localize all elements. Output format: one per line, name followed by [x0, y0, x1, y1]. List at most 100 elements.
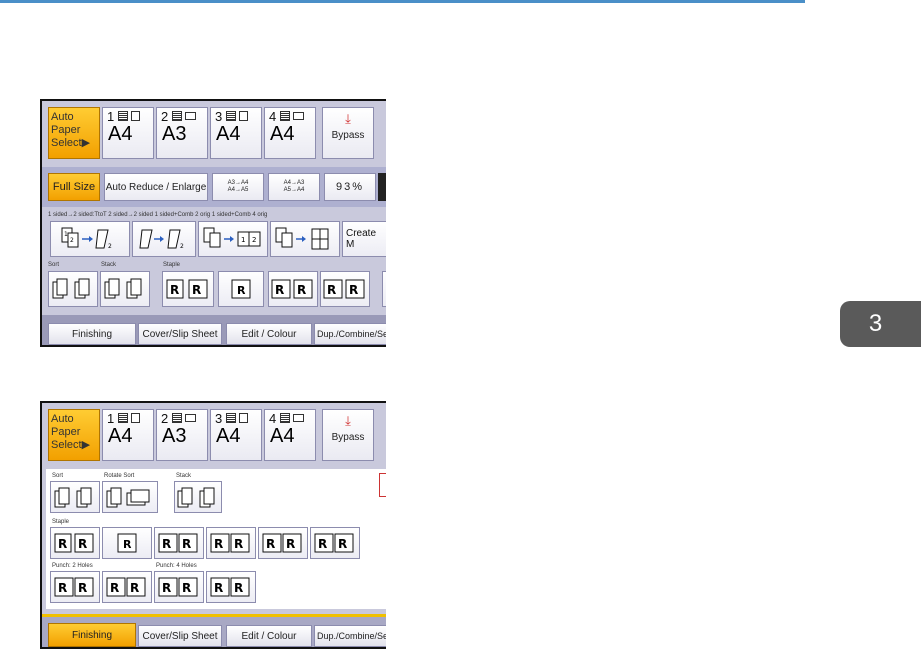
staple-top-2-button[interactable]: RR	[206, 527, 256, 559]
staple-top-left-button[interactable]: RR	[50, 527, 100, 559]
tray-number: 1	[107, 411, 115, 426]
tab-dup-combine-series[interactable]: Dup./Combine/Series	[314, 625, 386, 647]
punch-4-left-button[interactable]: RR	[154, 571, 204, 603]
reproduction-ratio-bar: Full Size Auto Reduce / Enlarge A3→A4 A4→…	[42, 167, 386, 207]
bypass-label: Bypass	[331, 432, 365, 443]
tray-size: A4	[270, 123, 295, 145]
create-margin-button[interactable]: Create M	[342, 221, 386, 257]
auto-paper-select-button[interactable]: Auto Paper Select▶	[48, 409, 100, 461]
staple-label: Staple	[163, 262, 181, 268]
svg-text:R: R	[297, 283, 306, 297]
sort-button[interactable]	[48, 271, 98, 307]
tray-4-button[interactable]: 4 A4	[264, 107, 316, 159]
sort-button[interactable]	[50, 481, 100, 513]
stack-label: Stack	[101, 262, 117, 268]
preset-reduce-button[interactable]: A3→A4 A4→A5	[212, 173, 264, 201]
tray-4-button[interactable]: 4 A4	[264, 409, 316, 461]
tab-bar: Finishing Cover/Slip Sheet Edit / Colour…	[42, 614, 386, 647]
tray-number: 4	[269, 109, 277, 124]
staple-top-2-button[interactable]: RR	[320, 271, 370, 307]
svg-text:2: 2	[70, 237, 74, 244]
bypass-label: Bypass	[331, 130, 365, 141]
chapter-number: 3	[868, 310, 883, 337]
svg-text:R: R	[162, 537, 171, 551]
bypass-button[interactable]: ⤓ Bypass	[322, 409, 374, 461]
full-size-button[interactable]: Full Size	[48, 173, 100, 201]
staple-top-right-button[interactable]: R	[102, 527, 152, 559]
combine-4-icon	[275, 227, 329, 250]
bypass-button[interactable]: ⤓ Bypass	[322, 107, 374, 159]
tray-3-button[interactable]: 3 A4	[210, 107, 262, 159]
tray-number: 3	[215, 411, 223, 426]
paper-stack-icon	[280, 111, 290, 121]
svg-text:1: 1	[64, 231, 68, 238]
staple-label: Staple	[52, 519, 70, 525]
paper-orientation-icon	[131, 111, 140, 121]
staple-icon: RR	[54, 533, 94, 553]
tab-cover-slip-sheet[interactable]: Cover/Slip Sheet	[138, 625, 222, 647]
staple-bottom-2-button[interactable]: RR	[310, 527, 360, 559]
tray-size: A4	[216, 425, 241, 447]
duplex-1-2-icon: 122	[61, 227, 112, 250]
tray-3-button[interactable]: 3 A4	[210, 409, 262, 461]
tray-2-button[interactable]: 2 A3	[156, 409, 208, 461]
zoom-ratio-button[interactable]: 93%	[324, 173, 376, 201]
staple-right-2-button[interactable]: RR	[258, 527, 308, 559]
tray-1-button[interactable]: 1 A4	[102, 107, 154, 159]
tray-size: A4	[216, 123, 241, 145]
punch-4-top-button[interactable]: RR	[206, 571, 256, 603]
staple-top-left-button[interactable]: RR	[162, 271, 214, 307]
punch-2-top-button[interactable]: RR	[102, 571, 152, 603]
svg-text:R: R	[214, 537, 223, 551]
svg-text:2: 2	[180, 243, 184, 250]
paper-orientation-icon	[185, 414, 196, 422]
more-options-edge[interactable]	[382, 271, 386, 307]
auto-reduce-enlarge-button[interactable]: Auto Reduce / Enlarge	[104, 173, 208, 201]
tab-cover-slip-sheet[interactable]: Cover/Slip Sheet	[138, 323, 222, 345]
preset-line: A4→A3	[283, 180, 305, 186]
staple-left-2-button[interactable]: RR	[154, 527, 204, 559]
tray-number: 4	[269, 411, 277, 426]
combine-2-originals-button[interactable]: 12	[198, 221, 268, 257]
staple-left-2-button[interactable]: RR	[268, 271, 318, 307]
two-sided-to-two-sided-button[interactable]: 2	[132, 221, 196, 257]
sort-label: Sort	[48, 262, 60, 268]
copier-screen-basic: Auto Paper Select▶ 1 A4 2 A3 3 A4 4 A4 ⤓ Bypa…	[40, 99, 386, 347]
svg-text:R: R	[234, 537, 243, 551]
tray-size: A3	[162, 425, 187, 447]
tray-number: 1	[107, 109, 115, 124]
combine-4-originals-button[interactable]	[270, 221, 340, 257]
tab-edit-colour[interactable]: Edit / Colour	[226, 323, 312, 345]
tray-size: A4	[108, 425, 133, 447]
punch-icon: RR	[54, 577, 94, 597]
paper-orientation-icon	[185, 112, 196, 120]
combine-2-icon: 12	[203, 227, 261, 248]
one-sided-to-two-sided-button[interactable]: 122	[50, 221, 130, 257]
tray-1-button[interactable]: 1 A4	[102, 409, 154, 461]
header-rule	[0, 0, 805, 3]
tab-finishing[interactable]: Finishing	[48, 623, 136, 647]
preset-enlarge-button[interactable]: A4→A3 A5→A4	[268, 173, 320, 201]
staple-icon: RR	[314, 533, 354, 553]
stack-button[interactable]	[174, 481, 222, 513]
staple-right-button[interactable]: R	[218, 271, 264, 307]
stack-icon	[177, 487, 215, 508]
auto-paper-select-button[interactable]: Auto Paper Select▶	[48, 107, 100, 159]
rotate-sort-icon	[106, 487, 150, 508]
tab-edit-colour[interactable]: Edit / Colour	[226, 625, 312, 647]
svg-text:1: 1	[241, 236, 245, 244]
tab-dup-combine-series[interactable]: Dup./Combine/Series	[314, 323, 386, 345]
paper-stack-icon	[226, 413, 236, 423]
svg-text:R: R	[182, 581, 191, 595]
paper-orientation-icon	[239, 111, 248, 121]
copier-screen-finishing: Auto Paper Select▶ 1 A4 2 A3 3 A4 4 A4 ⤓ Bypa…	[40, 401, 386, 649]
svg-text:R: R	[192, 283, 201, 297]
tray-2-button[interactable]: 2 A3	[156, 107, 208, 159]
stack-button[interactable]	[100, 271, 150, 307]
punch-2-left-button[interactable]: RR	[50, 571, 100, 603]
staple-icon: RR	[158, 533, 198, 553]
rotate-sort-label: Rotate Sort	[104, 473, 135, 479]
tab-finishing[interactable]: Finishing	[48, 323, 136, 345]
preset-line: A4→A5	[227, 187, 249, 193]
rotate-sort-button[interactable]	[102, 481, 158, 513]
